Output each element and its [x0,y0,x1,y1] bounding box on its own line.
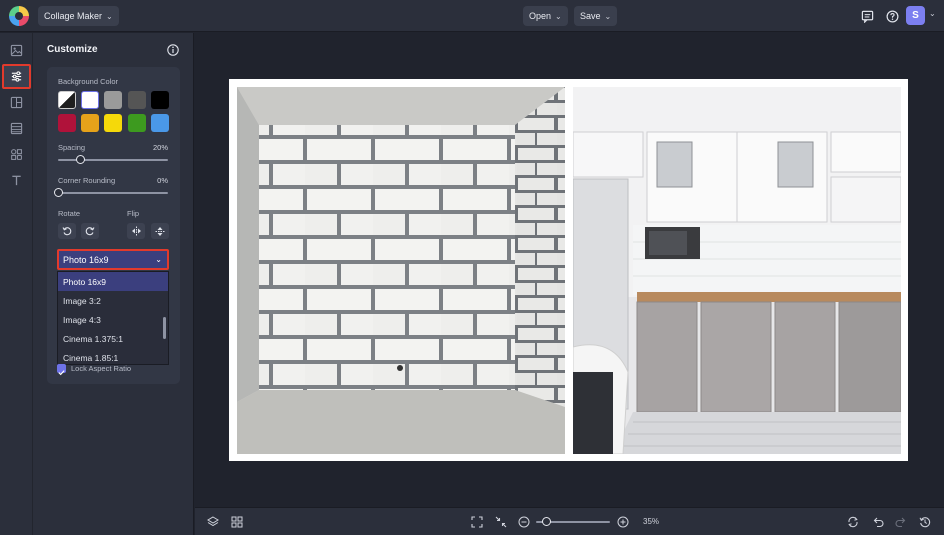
flip-horizontal-icon[interactable] [127,223,145,239]
dropdown-scrollbar[interactable] [163,317,166,339]
tool-rail [0,33,33,535]
chevron-down-icon: ⌄ [555,11,562,21]
panel-title: Customize [47,44,98,55]
swatch-yellow[interactable] [104,114,122,132]
corner-rounding-slider[interactable] [58,192,168,194]
swatch-gray[interactable] [104,91,122,109]
help-icon[interactable] [883,7,901,25]
app-menu-button[interactable]: Collage Maker ⌄ [38,6,119,26]
grid-icon[interactable] [230,515,244,529]
aspect-ratio-selected: Photo 16x9 [63,254,109,265]
collage-canvas[interactable] [229,79,908,461]
fit-screen-icon[interactable] [470,515,484,529]
spacing-slider-handle[interactable] [75,155,85,164]
dropdown-option[interactable]: Cinema 1.375:1 [58,329,168,348]
lock-aspect-row[interactable]: Lock Aspect Ratio [57,364,169,376]
rotate-label: Rotate [58,209,81,218]
background-color-label: Background Color [58,77,119,86]
top-bar: Collage Maker ⌄ Open ⌄ Save ⌄ S ⌄ [0,0,944,32]
layout-icon[interactable] [6,92,26,112]
photo-cell-brick-room[interactable] [237,87,565,454]
corner-rounding-slider-handle[interactable] [53,188,63,197]
history-icon[interactable] [918,515,932,529]
info-icon[interactable] [167,43,179,56]
corner-rounding-label: Corner Rounding [58,176,116,185]
spacing-label: Spacing [58,143,86,152]
swatch-crimson[interactable] [58,114,76,132]
lock-aspect-checkbox[interactable] [57,364,66,376]
app-menu-label: Collage Maker [44,11,103,21]
flip-vertical-icon[interactable] [151,223,169,239]
text-icon[interactable] [6,170,26,190]
chevron-down-icon: ⌄ [155,255,162,264]
zoom-in-icon[interactable] [616,515,630,529]
actual-size-icon[interactable] [494,515,508,529]
undo-icon[interactable] [871,515,885,529]
dropdown-option[interactable]: Photo 16x9 [58,272,168,291]
app-logo-icon[interactable] [9,6,29,26]
lock-aspect-label: Lock Aspect Ratio [71,364,132,373]
bottom-toolbar: 35% [195,507,944,535]
chevron-down-icon: ⌄ [604,11,612,21]
swatch-blue[interactable] [151,114,169,132]
reset-icon[interactable] [846,515,860,529]
layers-icon[interactable] [206,515,220,529]
zoom-slider-handle[interactable] [542,517,552,526]
open-label: Open [529,11,552,21]
aspect-ratio-dropdown: Photo 16x9 Image 3:2 Image 4:3 Cinema 1.… [57,271,169,365]
save-label: Save [580,11,601,21]
spacing-value: 20% [152,143,168,152]
photo-cell-kitchen[interactable] [573,87,901,454]
swatch-dark-gray[interactable] [128,91,146,109]
redo-icon[interactable] [894,515,908,529]
image-icon[interactable] [6,40,26,60]
spacing-slider[interactable] [58,159,168,161]
avatar[interactable]: S [906,6,925,25]
swatch-green[interactable] [128,114,146,132]
sliders-icon[interactable] [2,64,31,89]
dropdown-option[interactable]: Image 3:2 [58,291,168,310]
flip-label: Flip [127,209,140,218]
save-button[interactable]: Save ⌄ [574,6,618,26]
zoom-value: 35% [643,517,660,526]
dropdown-option[interactable]: Image 4:3 [58,310,168,329]
elements-icon[interactable] [6,144,26,164]
grid-list-icon[interactable] [6,118,26,138]
rotate-left-icon[interactable] [58,223,76,239]
open-button[interactable]: Open ⌄ [523,6,568,26]
swatch-black[interactable] [151,91,169,109]
chevron-down-icon[interactable]: ⌄ [929,9,936,18]
chevron-down-icon: ⌄ [106,11,113,21]
swatch-transparent[interactable] [58,91,76,109]
corner-rounding-value: 0% [157,176,168,185]
swatch-orange[interactable] [81,114,99,132]
aspect-ratio-select[interactable]: Photo 16x9 ⌄ [57,249,169,270]
dropdown-option[interactable]: Cinema 1.85:1 [58,348,168,364]
rotate-right-icon[interactable] [81,223,99,239]
swatch-white[interactable] [81,91,99,109]
comment-icon[interactable] [858,7,876,25]
zoom-out-icon[interactable] [517,515,531,529]
avatar-initial: S [912,10,919,21]
